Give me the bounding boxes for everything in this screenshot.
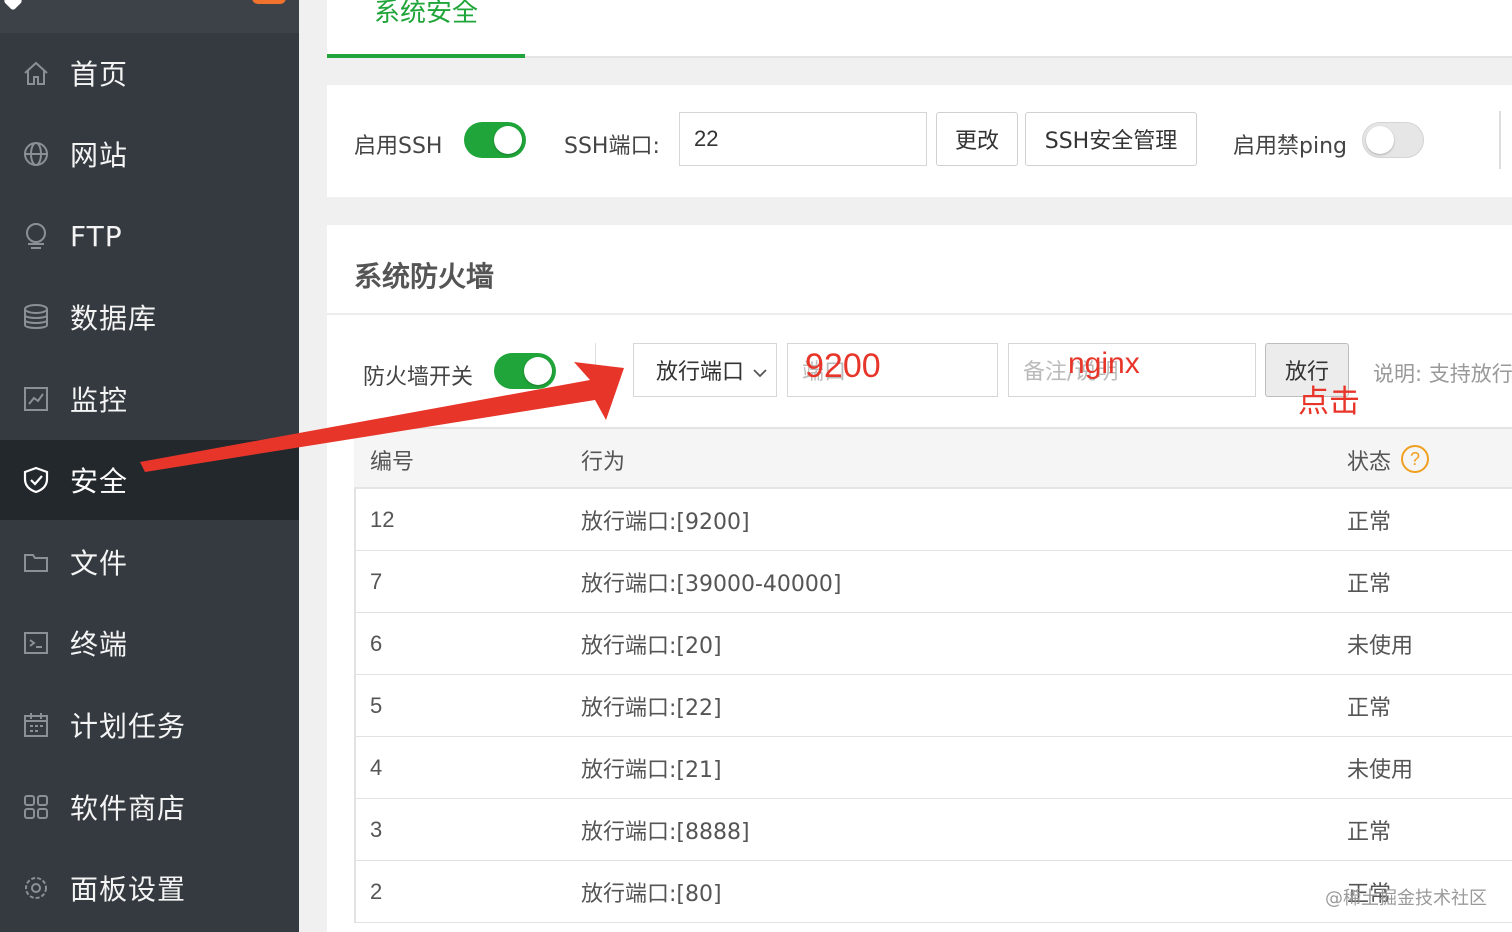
annotation-click: 点击 <box>1298 384 1360 420</box>
annotation-port-value: 9200 <box>805 347 881 385</box>
annotation-arrow <box>140 362 624 472</box>
annotation-note-value: nginx <box>1068 347 1140 380</box>
watermark: @稀土掘金技术社区 <box>1325 888 1487 909</box>
